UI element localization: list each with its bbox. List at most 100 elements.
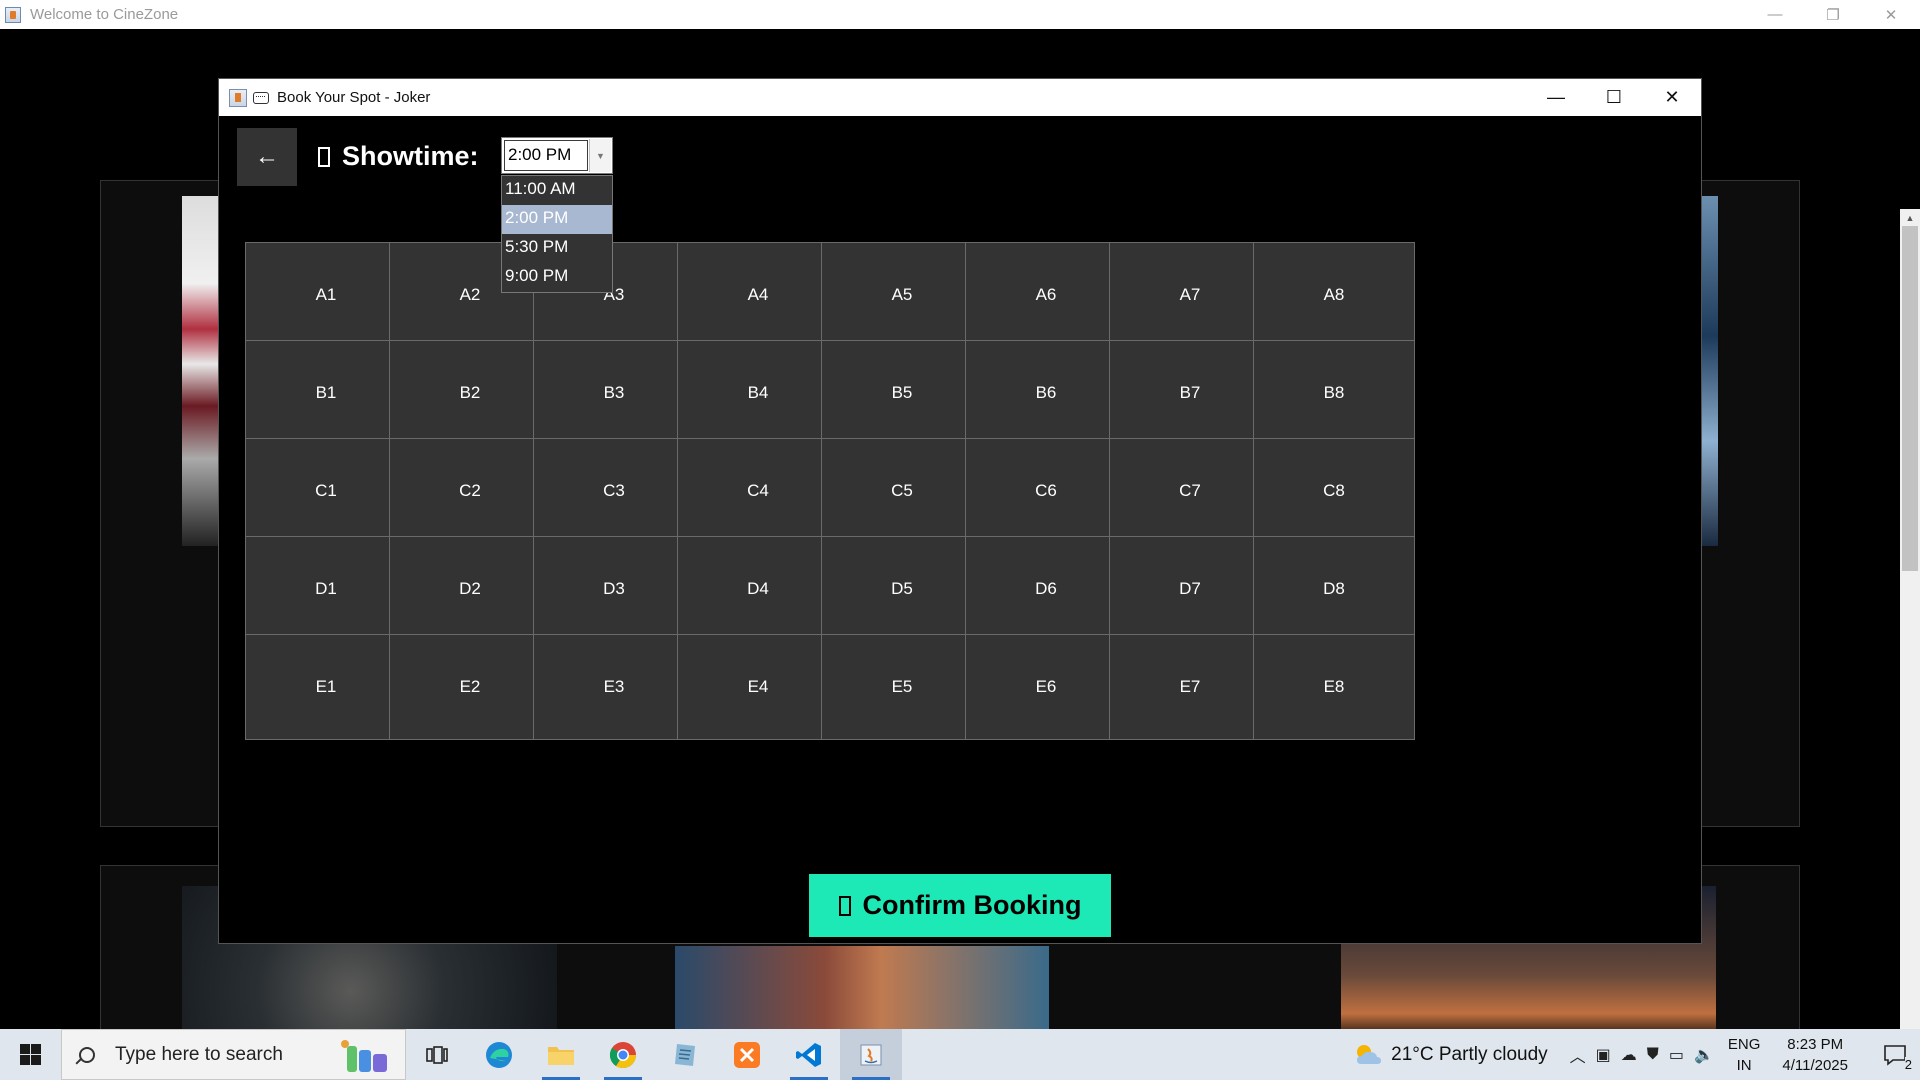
seat-button[interactable]: C3 [533,438,695,544]
taskbar-search[interactable]: Type here to search [61,1029,406,1080]
poster-joker-left[interactable] [182,196,222,546]
seat-button[interactable]: B1 [245,340,407,446]
seat-button[interactable]: A1 [245,242,407,348]
outer-close-button[interactable]: ✕ [1862,0,1920,29]
xampp-icon[interactable] [716,1029,778,1080]
seat-button[interactable]: D2 [389,536,551,642]
seat-button[interactable]: A7 [1109,242,1271,348]
seat-button[interactable]: D3 [533,536,695,642]
start-button[interactable] [0,1029,61,1080]
seat-button[interactable]: D6 [965,536,1127,642]
seat-button[interactable]: D5 [821,536,983,642]
outer-minimize-button[interactable]: — [1746,0,1804,29]
task-view-icon[interactable] [406,1029,468,1080]
security-icon[interactable]: ⛊ [1647,1046,1659,1064]
seat-button[interactable]: D8 [1253,536,1415,642]
language-indicator[interactable]: ENG IN [1728,1034,1761,1076]
system-tray: 21°C Partly cloudy ︿ ▣ ☁ ⛊ ▭ 🔈 ENG IN 8:… [1353,1029,1920,1080]
ticket-icon [253,91,269,104]
chrome-icon[interactable] [592,1029,654,1080]
weather-text: 21°C Partly cloudy [1391,1043,1548,1065]
notification-count: 2 [1904,1057,1912,1072]
seat-button[interactable]: E5 [821,634,983,740]
search-icon [79,1046,95,1063]
scroll-up-arrow-icon[interactable]: ▲ [1900,209,1920,226]
seat-button[interactable]: E7 [1109,634,1271,740]
page-scrollbar[interactable]: ▲ ▼ [1900,209,1920,1056]
outer-window-title: Welcome to CineZone [30,6,179,23]
showtime-option[interactable]: 5:30 PM [502,234,612,263]
seat-button[interactable]: D7 [1109,536,1271,642]
dialog-minimize-button[interactable]: — [1527,79,1585,116]
seat-button[interactable]: D4 [677,536,839,642]
seat-button[interactable]: B5 [821,340,983,446]
showtime-dropdown-list: 11:00 AM 2:00 PM 5:30 PM 9:00 PM [501,175,613,293]
language-code: ENG [1727,1035,1761,1053]
seat-button[interactable]: A5 [821,242,983,348]
showtime-option[interactable]: 2:00 PM [502,205,612,234]
dialog-maximize-button[interactable]: ☐ [1585,79,1643,116]
confirm-booking-button[interactable]: Confirm Booking [809,874,1111,937]
weather-widget[interactable]: 21°C Partly cloudy [1353,1042,1548,1068]
showtime-label: Showtime: [318,141,479,172]
showtime-option[interactable]: 11:00 AM [502,176,612,205]
tray-icons: ︿ ▣ ☁ ⛊ ▭ 🔈 [1570,1043,1714,1067]
scrollbar-thumb[interactable] [1902,226,1918,571]
volume-icon[interactable]: 🔈 [1694,1045,1714,1065]
search-highlight-icon [341,1040,387,1072]
poster-bottom-2[interactable] [675,946,1049,1036]
seat-button[interactable]: B2 [389,340,551,446]
seat-button[interactable]: E6 [965,634,1127,740]
seat-button[interactable]: C2 [389,438,551,544]
showtime-select-value[interactable]: 2:00 PM [504,140,588,171]
windows-logo-icon [20,1044,41,1065]
outer-window-titlebar: Welcome to CineZone — ❐ ✕ [0,0,1920,29]
dialog-titlebar: Book Your Spot - Joker — ☐ ✕ [219,79,1701,116]
seat-button[interactable]: D1 [245,536,407,642]
clock[interactable]: 8:23 PM 4/11/2025 [1782,1034,1848,1076]
seat-button[interactable]: A6 [965,242,1127,348]
java-taskbar-icon[interactable] [840,1029,902,1080]
chevron-up-icon[interactable]: ︿ [1570,1043,1586,1067]
check-icon [838,895,851,916]
dialog-title: Book Your Spot - Joker [277,89,431,106]
clock-icon [318,146,330,167]
vscode-icon[interactable] [778,1029,840,1080]
battery-icon[interactable]: ▭ [1669,1045,1684,1065]
file-explorer-icon[interactable] [530,1029,592,1080]
seat-button[interactable]: E2 [389,634,551,740]
showtime-option[interactable]: 9:00 PM [502,263,612,292]
seat-button[interactable]: E4 [677,634,839,740]
seat-button[interactable]: C8 [1253,438,1415,544]
clock-time: 8:23 PM [1787,1035,1844,1053]
seat-button[interactable]: A8 [1253,242,1415,348]
seat-button[interactable]: B3 [533,340,695,446]
taskbar: Type here to search 21°C Partly cloudy ︿… [0,1029,1920,1080]
seat-button[interactable]: B4 [677,340,839,446]
seat-button[interactable]: E8 [1253,634,1415,740]
notification-button[interactable]: 2 [1870,1029,1920,1080]
outer-restore-button[interactable]: ❐ [1804,0,1862,29]
poster-right-edge[interactable] [1702,196,1718,546]
seat-button[interactable]: A4 [677,242,839,348]
onedrive-icon[interactable]: ☁ [1621,1045,1637,1065]
search-placeholder: Type here to search [115,1043,283,1065]
showtime-select[interactable]: 2:00 PM ▼ [501,137,613,174]
seat-button[interactable]: B7 [1109,340,1271,446]
seat-button[interactable]: E3 [533,634,695,740]
seat-button[interactable]: C6 [965,438,1127,544]
seat-button[interactable]: B6 [965,340,1127,446]
seat-button[interactable]: C4 [677,438,839,544]
seat-button[interactable]: C5 [821,438,983,544]
seat-button[interactable]: B8 [1253,340,1415,446]
seat-button[interactable]: C7 [1109,438,1271,544]
back-button[interactable]: ← [237,128,297,186]
meet-now-icon[interactable]: ▣ [1596,1045,1611,1065]
chevron-down-icon[interactable]: ▼ [589,139,611,172]
clock-date: 4/11/2025 [1782,1056,1848,1074]
seat-button[interactable]: E1 [245,634,407,740]
notepad-icon[interactable] [654,1029,716,1080]
seat-button[interactable]: C1 [245,438,407,544]
dialog-close-button[interactable]: ✕ [1643,79,1701,116]
edge-icon[interactable] [468,1029,530,1080]
